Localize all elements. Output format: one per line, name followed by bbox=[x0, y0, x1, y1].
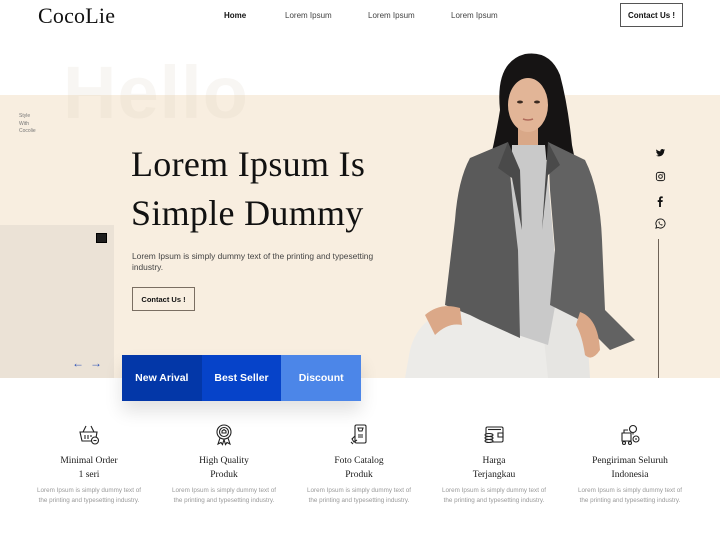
feature-description: Lorem Ipsum is simply dummy text of the … bbox=[578, 487, 682, 504]
hero-title: Lorem Ipsum Is Simple Dummy bbox=[131, 140, 365, 238]
hero-background-word: Hello bbox=[63, 51, 249, 134]
hero-title-line: Simple Dummy bbox=[131, 193, 364, 233]
nav-link-2[interactable]: Lorem Ipsum bbox=[368, 11, 415, 20]
side-tag-line: Style bbox=[19, 113, 31, 119]
feature-description: Lorem Ipsum is simply dummy text of the … bbox=[172, 487, 276, 504]
tab-new-arrival[interactable]: New Arival bbox=[122, 355, 202, 401]
header-contact-button[interactable]: Contact Us ! bbox=[620, 3, 683, 27]
feature-item: High Quality Produk Lorem Ipsum is simpl… bbox=[156, 423, 292, 505]
wallet-coins-icon bbox=[484, 426, 504, 444]
slide-indicator[interactable] bbox=[96, 233, 107, 243]
model-photo bbox=[405, 53, 635, 378]
delivery-location-icon bbox=[621, 424, 640, 446]
feature-title: High Quality Produk bbox=[199, 456, 249, 480]
social-divider-line bbox=[658, 239, 659, 378]
twitter-icon[interactable] bbox=[654, 147, 666, 159]
feature-title: Harga Terjangkau bbox=[472, 456, 516, 480]
arrow-right-icon[interactable]: → bbox=[90, 356, 102, 370]
slider-arrows: ← → bbox=[72, 356, 102, 370]
facebook-icon[interactable] bbox=[654, 195, 666, 207]
instagram-icon[interactable] bbox=[654, 170, 666, 182]
feature-description: Lorem Ipsum is simply dummy text of the … bbox=[37, 487, 141, 504]
face bbox=[508, 78, 548, 132]
tab-best-seller[interactable]: Best Seller bbox=[201, 355, 282, 401]
quality-badge-icon bbox=[216, 424, 232, 446]
feature-description: Lorem Ipsum is simply dummy text of the … bbox=[442, 487, 546, 504]
whatsapp-icon[interactable] bbox=[654, 217, 666, 229]
arrow-left-icon[interactable]: ← bbox=[72, 356, 84, 370]
hero-title-line: Lorem Ipsum Is bbox=[131, 144, 366, 184]
feature-item: Minimal Order 1 seri Lorem Ipsum is simp… bbox=[21, 423, 157, 505]
brand-logo[interactable]: CocoLie bbox=[38, 3, 115, 29]
phone-photo-catalog-icon bbox=[350, 424, 367, 445]
nav-link-1[interactable]: Lorem Ipsum bbox=[285, 11, 332, 20]
feature-title: Foto Catalog Produk bbox=[334, 456, 384, 480]
feature-item: Pengiriman Seluruh Indonesia Lorem Ipsum… bbox=[562, 423, 698, 505]
feature-item: Foto Catalog Produk Lorem Ipsum is simpl… bbox=[291, 423, 427, 505]
site-header: CocoLie Home Lorem Ipsum Lorem Ipsum Lor… bbox=[0, 0, 720, 34]
nav-link-3[interactable]: Lorem Ipsum bbox=[451, 11, 498, 20]
feature-item: Harga Terjangkau Lorem Ipsum is simply d… bbox=[426, 423, 562, 505]
tab-discount[interactable]: Discount bbox=[281, 355, 362, 401]
hero-description: Lorem Ipsum is simply dummy text of the … bbox=[132, 251, 374, 272]
hero-contact-button[interactable]: Contact Us ! bbox=[132, 287, 195, 311]
feature-title: Minimal Order 1 seri bbox=[60, 456, 118, 480]
feature-title: Pengiriman Seluruh Indonesia bbox=[592, 456, 668, 480]
shopping-basket-icon bbox=[79, 425, 100, 445]
side-tag-line: Cocolie bbox=[19, 128, 36, 134]
nav-home[interactable]: Home bbox=[224, 11, 246, 20]
product-tabs: New Arival Best Seller Discount bbox=[122, 355, 362, 401]
feature-description: Lorem Ipsum is simply dummy text of the … bbox=[307, 487, 411, 504]
